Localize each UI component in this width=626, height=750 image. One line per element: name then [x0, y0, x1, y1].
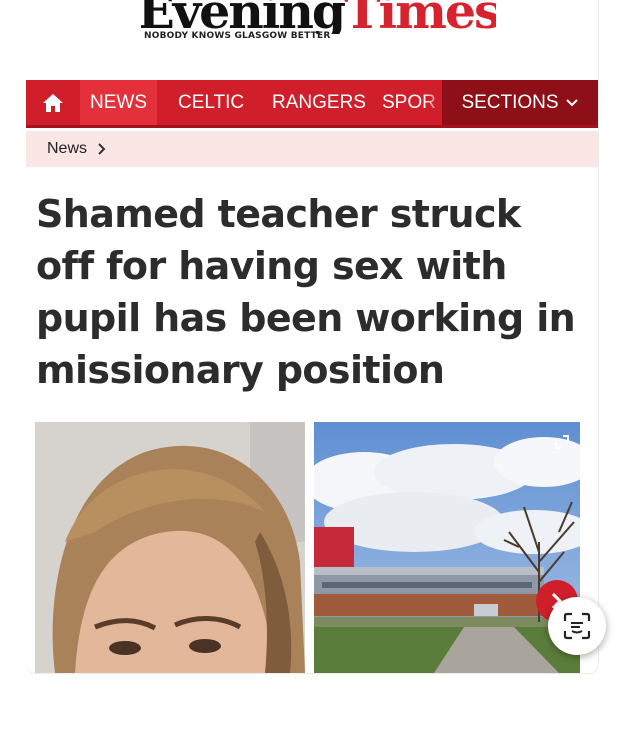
- sections-menu-button[interactable]: SECTIONS: [442, 80, 598, 125]
- home-button[interactable]: [26, 80, 80, 125]
- article-card: EveningTimes NOBODY KNOWS GLASGOW BETTER…: [26, 0, 599, 674]
- nav-item-celtic[interactable]: CELTIC: [178, 80, 244, 125]
- chevron-right-icon: [98, 143, 106, 155]
- site-logo[interactable]: EveningTimes: [141, 0, 496, 34]
- visual-lookup-button[interactable]: [548, 597, 606, 655]
- home-icon: [43, 93, 63, 112]
- portrait-photo: [35, 422, 305, 673]
- sections-label: SECTIONS: [461, 91, 559, 113]
- school-photo: [314, 422, 580, 673]
- tagline: NOBODY KNOWS GLASGOW BETTER: [144, 31, 331, 41]
- breadcrumb-item-news[interactable]: News: [47, 140, 87, 158]
- nav-item-rangers[interactable]: RANGERS: [272, 80, 366, 125]
- logo-text-times: Times: [344, 0, 496, 34]
- breadcrumb: News: [26, 131, 598, 167]
- logo-text-evening: Evening: [141, 0, 346, 34]
- chevron-down-icon: [565, 98, 578, 106]
- article-image-school[interactable]: [314, 422, 580, 673]
- masthead[interactable]: EveningTimes NOBODY KNOWS GLASGOW BETTER: [26, 0, 598, 70]
- visual-lookup-icon: [563, 612, 591, 640]
- article-headline: Shamed teacher struck off for having sex…: [36, 192, 576, 392]
- expand-icon[interactable]: [554, 434, 570, 450]
- nav-item-news[interactable]: NEWS: [80, 80, 157, 125]
- main-navigation: NEWS CELTIC RANGERS SPOR SECTIONS: [26, 80, 598, 128]
- nav-fade: [424, 80, 444, 125]
- article-image-teacher[interactable]: [35, 422, 305, 673]
